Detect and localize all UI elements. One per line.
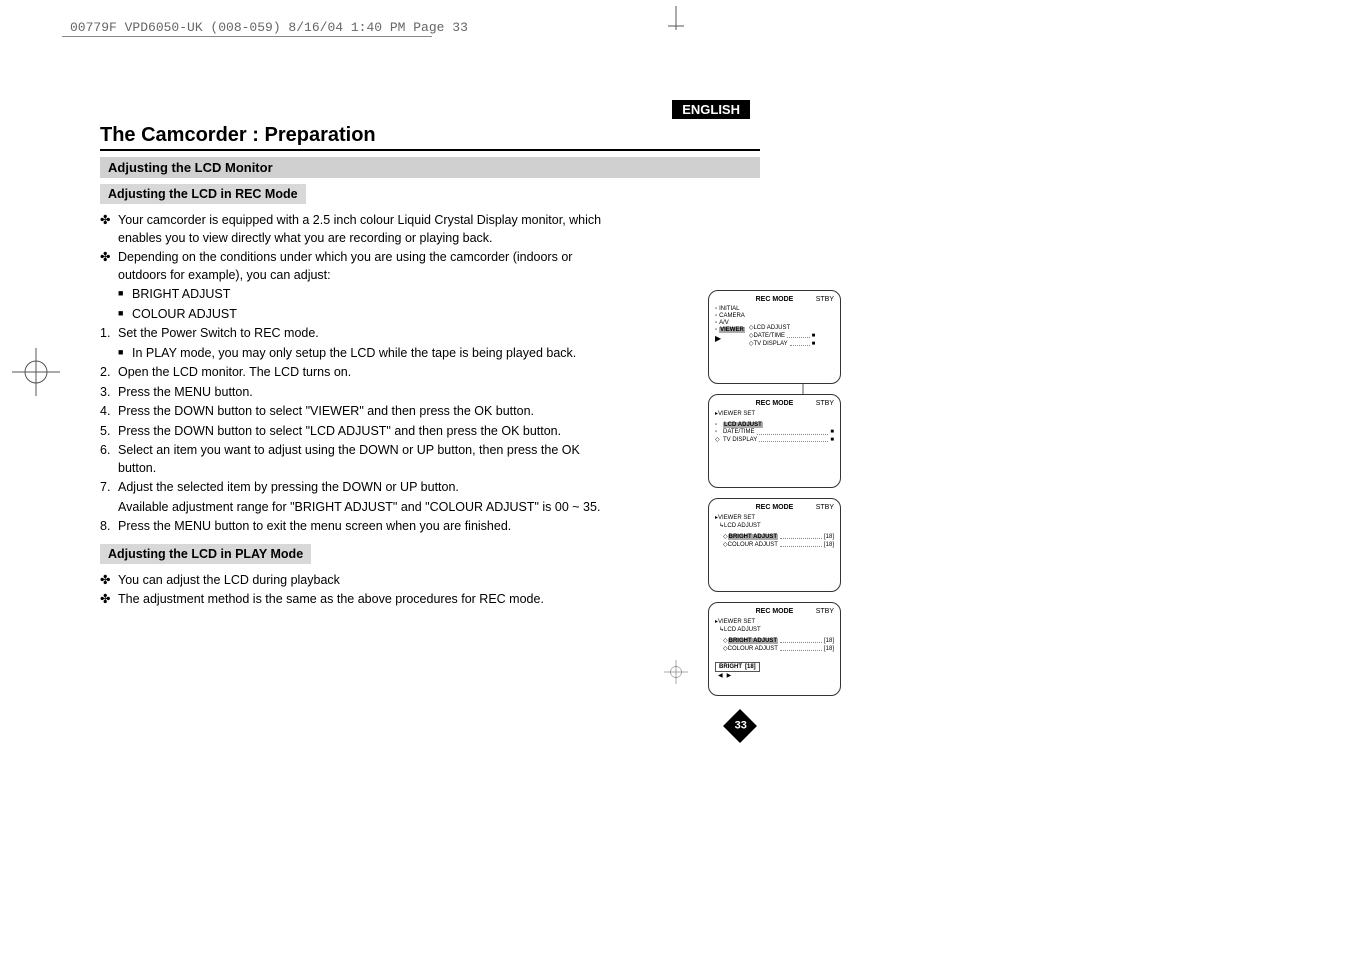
bullet-item: ✤Your camcorder is equipped with a 2.5 i… [100, 212, 610, 247]
body-text: In PLAY mode, you may only setup the LCD… [132, 345, 576, 363]
menu-screenshot-3: REC MODESTBY ▸VIEWER SET ↳LCD ADJUST ◇ B… [708, 498, 841, 592]
sub-bullet-item: ■COLOUR ADJUST [118, 306, 610, 324]
folder-icon: ▫ [715, 306, 717, 312]
menu-value: [18] [824, 542, 834, 548]
folder-icon: ▫ [715, 422, 723, 428]
body-text: Open the LCD monitor. The LCD turns on. [118, 364, 351, 382]
toggle-icon: ■ [812, 333, 816, 339]
crop-mark-icon [664, 6, 688, 30]
toggle-icon: ■ [830, 437, 834, 443]
menu-stby: STBY [816, 608, 834, 615]
body-text: Set the Power Switch to REC mode. [118, 325, 319, 343]
body-text: Press the MENU button. [118, 384, 253, 402]
divider [62, 36, 432, 37]
section-heading: Adjusting the LCD Monitor [100, 157, 760, 178]
menu-viewer-set: VIEWER SET [718, 515, 755, 521]
menu-item: COLOUR ADJUST [728, 542, 778, 548]
body-text: Press the DOWN button to select "LCD ADJ… [118, 423, 561, 441]
menu-screenshot-4: REC MODESTBY ▸VIEWER SET ↳LCD ADJUST ◇ B… [708, 602, 841, 696]
registration-mark-icon [664, 660, 688, 684]
menu-mode-label: REC MODE [756, 296, 794, 303]
registration-mark-icon [12, 348, 60, 396]
menu-stby: STBY [816, 400, 834, 407]
step-note: Available adjustment range for "BRIGHT A… [118, 499, 610, 517]
menu-item: DATE/TIME [753, 333, 785, 339]
menu-lcd-adjust: LCD ADJUST [724, 627, 761, 633]
step-item: 3.Press the MENU button. [100, 384, 610, 402]
subsection-heading: Adjusting the LCD in REC Mode [100, 184, 306, 204]
step-item: 2.Open the LCD monitor. The LCD turns on… [100, 364, 610, 382]
folder-icon: ▫ [715, 320, 717, 326]
page-title: The Camcorder : Preparation [100, 124, 760, 151]
menu-item: TV DISPLAY [753, 341, 787, 347]
body-text: The adjustment method is the same as the… [118, 591, 544, 609]
bullet-item: ✤Depending on the conditions under which… [100, 249, 610, 284]
body-text: BRIGHT ADJUST [132, 286, 230, 304]
menu-item: COLOUR ADJUST [728, 646, 778, 652]
menu-screenshot-2: REC MODESTBY ▸VIEWER SET ▫LCD ADJUST ▫DA… [708, 394, 841, 488]
menu-screenshot-1: REC MODESTBY ▫INITIAL ▫CAMERA ▫A/V ▫VIEW… [708, 290, 841, 384]
slider-label: BRIGHT [719, 664, 742, 670]
sub-bullet-item: ■In PLAY mode, you may only setup the LC… [118, 345, 610, 363]
toggle-icon: ■ [812, 341, 816, 347]
folder-icon: ▫ [715, 327, 717, 333]
toggle-icon: ■ [830, 429, 834, 435]
page-number: 33 [728, 714, 752, 738]
folder-icon: ▫ [715, 313, 717, 319]
language-badge: ENGLISH [672, 100, 750, 119]
menu-stby: STBY [816, 504, 834, 511]
body-text: Your camcorder is equipped with a 2.5 in… [118, 212, 610, 247]
menu-item-selected: BRIGHT ADJUST [728, 638, 778, 644]
sub-bullet-item: ■BRIGHT ADJUST [118, 286, 610, 304]
menu-item: LCD ADJUST [753, 325, 790, 331]
step-item: 7.Adjust the selected item by pressing t… [100, 479, 610, 497]
menu-mode-label: REC MODE [756, 608, 794, 615]
menu-item: DATE/TIME [723, 429, 755, 435]
menu-item-selected: LCD ADJUST [723, 422, 763, 428]
menu-mode-label: REC MODE [756, 504, 794, 511]
file-metadata: 00779F VPD6050-UK (008-059) 8/16/04 1:40… [70, 20, 468, 35]
menu-item: TV DISPLAY [723, 437, 757, 443]
menu-value: [18] [824, 534, 834, 540]
slider-value: [18] [745, 664, 756, 670]
menu-stby: STBY [816, 296, 834, 303]
menu-item: A/V [719, 320, 729, 326]
menu-item: INITIAL [719, 306, 739, 312]
page-number-value: 33 [735, 719, 747, 731]
bullet-item: ✤You can adjust the LCD during playback [100, 572, 610, 590]
body-text: You can adjust the LCD during playback [118, 572, 340, 590]
body-text: Press the DOWN button to select "VIEWER"… [118, 403, 534, 421]
step-item: 4.Press the DOWN button to select "VIEWE… [100, 403, 610, 421]
body-text: Press the MENU button to exit the menu s… [118, 518, 511, 536]
slider-arrows: ◀▶ [718, 672, 834, 679]
step-item: 8.Press the MENU button to exit the menu… [100, 518, 610, 536]
body-text: Select an item you want to adjust using … [118, 442, 610, 477]
folder-icon: ▫ [715, 429, 723, 435]
menu-value: [18] [824, 646, 834, 652]
subsection-heading: Adjusting the LCD in PLAY Mode [100, 544, 311, 564]
cursor-icon: ▶ [715, 334, 721, 343]
brightness-slider: BRIGHT [18] [715, 662, 760, 672]
menu-item-selected: BRIGHT ADJUST [728, 534, 778, 540]
menu-viewer-set: VIEWER SET [718, 619, 755, 625]
body-text: Available adjustment range for "BRIGHT A… [118, 499, 600, 517]
menu-mode-label: REC MODE [756, 400, 794, 407]
body-text: Depending on the conditions under which … [118, 249, 610, 284]
menu-item-selected: VIEWER [719, 327, 745, 333]
menu-item: CAMERA [719, 313, 745, 319]
body-text: COLOUR ADJUST [132, 306, 237, 324]
menu-lcd-adjust: LCD ADJUST [724, 523, 761, 529]
body-text: Adjust the selected item by pressing the… [118, 479, 459, 497]
step-item: 6.Select an item you want to adjust usin… [100, 442, 610, 477]
step-item: 1.Set the Power Switch to REC mode. [100, 325, 610, 343]
bullet-item: ✤The adjustment method is the same as th… [100, 591, 610, 609]
menu-viewer-set: VIEWER SET [718, 411, 755, 417]
step-item: 5.Press the DOWN button to select "LCD A… [100, 423, 610, 441]
menu-value: [18] [824, 638, 834, 644]
